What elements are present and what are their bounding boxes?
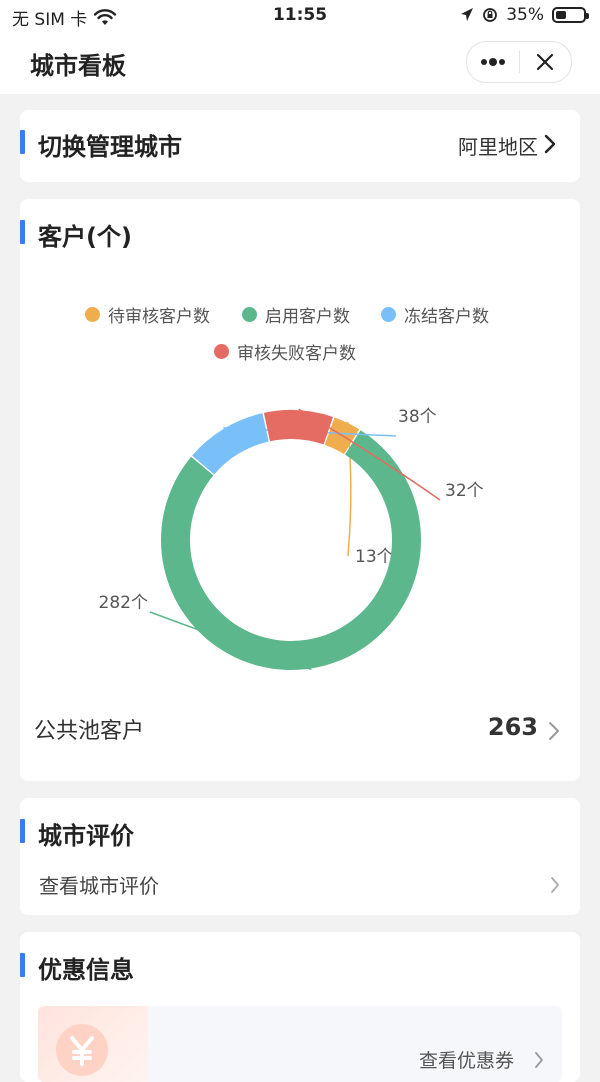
data-label-frozen: 38个 [398,407,437,427]
yen-icon [56,1024,108,1076]
legend-pending[interactable]: 待审核客户数 [85,302,210,327]
chevron-right-icon[interactable] [550,876,560,894]
section-accent-bar [20,130,25,154]
legend-frozen[interactable]: 冻结客户数 [381,302,489,327]
legend-active[interactable]: 启用客户数 [242,302,350,327]
customers-title: 客户(个) [38,223,132,251]
data-label-failed: 32个 [445,481,484,501]
customers-donut-chart: 13个 282个 38个 32个 [99,407,484,671]
public-pool-label: 公共池客户 [34,719,145,744]
promotions-title: 优惠信息 [38,956,134,984]
chevron-right-icon[interactable] [548,721,560,741]
battery-percent: 35% [506,5,544,25]
chevron-right-icon [544,134,556,154]
more-button[interactable] [467,42,519,82]
data-label-pending: 13个 [355,547,394,567]
orientation-lock-icon [483,8,498,22]
page-title: 城市看板 [30,52,126,80]
donut-slice-failed[interactable] [263,410,334,445]
donut-slice-frozen[interactable] [192,413,269,475]
city-rating-card: 城市评价 查看城市评价 [20,798,580,915]
close-icon [537,53,554,71]
public-pool-value[interactable]: 263 [488,713,538,741]
city-switch-card[interactable]: 切换管理城市 阿里地区 [20,110,580,182]
legend-dot [85,307,100,322]
legend-dot [214,344,229,359]
city-rating-title: 城市评价 [38,822,134,850]
mini-program-capsule [466,41,572,83]
section-accent-bar [20,819,25,843]
coupon-decoration [38,1006,148,1082]
customers-card: 客户(个) 待审核客户数 启用客户数 冻结客户数 审核失败客户数 13个 282个… [20,199,580,781]
section-accent-bar [20,220,25,244]
nav-bar: 城市看板 [0,32,600,94]
legend-failed[interactable]: 审核失败客户数 [214,339,356,364]
close-button[interactable] [520,42,572,82]
legend-dot [381,307,396,322]
leader-line-active [149,611,312,671]
coupon-banner[interactable]: 查看优惠券 [38,1006,562,1082]
view-coupons-link[interactable]: 查看优惠券 [419,1046,514,1073]
current-city-value: 阿里地区 [458,135,538,159]
view-city-rating-link[interactable]: 查看城市评价 [39,870,159,899]
chevron-right-icon [535,1052,543,1068]
legend-dot [242,307,257,322]
location-icon [461,8,474,21]
city-switch-title: 切换管理城市 [38,133,182,161]
battery-icon [552,7,589,23]
more-dots-icon [480,58,505,66]
status-bar: 无 SIM 卡 11:55 35% [0,0,600,32]
data-label-active: 282个 [99,593,148,613]
section-accent-bar [20,953,25,977]
promotions-card: 优惠信息 查看优惠券 [20,932,580,1082]
